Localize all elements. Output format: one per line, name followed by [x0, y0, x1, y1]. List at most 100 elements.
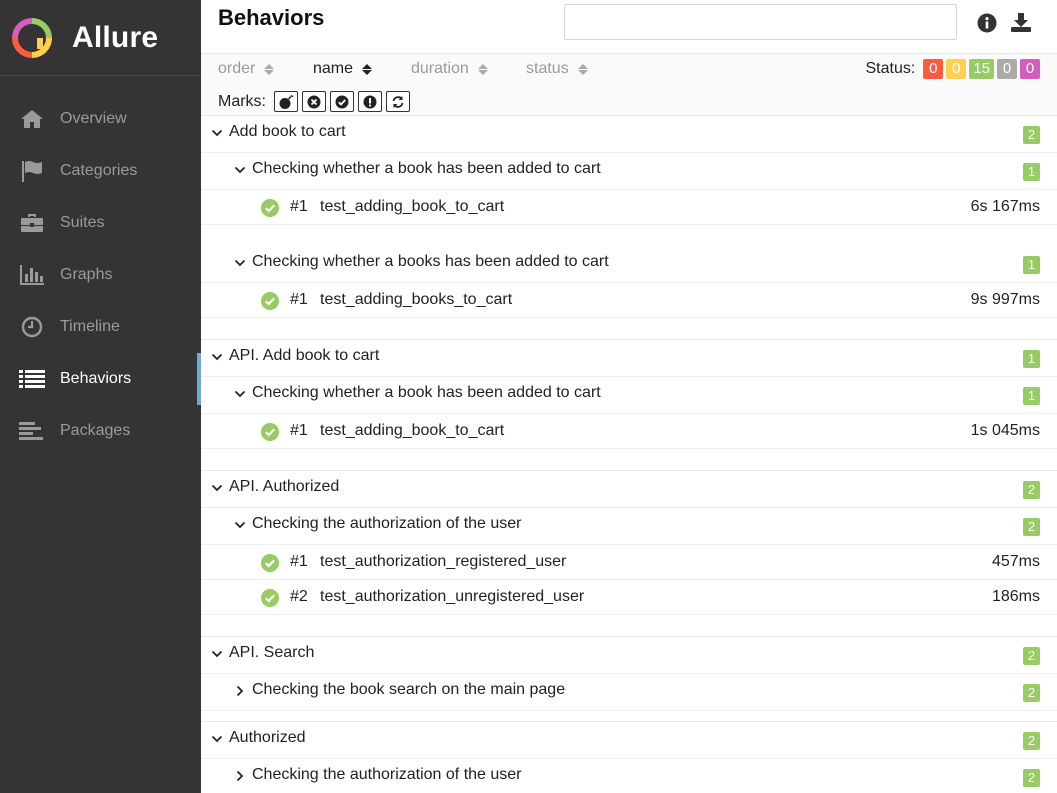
- sidebar-item-overview[interactable]: Overview: [0, 93, 201, 145]
- tree-group-name: Authorized: [229, 729, 306, 746]
- sorter-label: duration: [411, 60, 469, 77]
- chevron-right-icon: [234, 685, 246, 697]
- count-badge: 2: [1023, 769, 1040, 787]
- sort-by-status[interactable]: status: [526, 60, 588, 78]
- sidebar-item-label: Timeline: [60, 318, 120, 335]
- tree-group-name: API. Search: [229, 644, 315, 661]
- sidebar-item-suites[interactable]: Suites: [0, 197, 201, 249]
- test-row[interactable]: #2 test_authorization_unregistered_user 18…: [201, 580, 1057, 615]
- brand[interactable]: Allure: [0, 0, 201, 76]
- sorter-label: status: [526, 60, 569, 77]
- test-row[interactable]: #1 test_adding_book_to_cart 6s 167ms: [201, 190, 1057, 225]
- passed-status-icon: [261, 199, 279, 217]
- tree-group-header[interactable]: API. Authorized 2: [201, 471, 1057, 508]
- chevron-down-icon: [211, 733, 223, 745]
- sort-arrows-icon: [362, 63, 373, 75]
- count-badge: 2: [1023, 518, 1040, 536]
- info-icon[interactable]: [976, 12, 998, 34]
- brand-name: Allure: [72, 20, 159, 54]
- tree-subgroup-name: Checking the authorization of the user: [252, 766, 522, 783]
- retries-icon[interactable]: [386, 91, 410, 112]
- sidebar-item-packages[interactable]: Packages: [0, 405, 201, 457]
- tree-toolbar: order name duration status Status: 0 0 1…: [201, 54, 1057, 116]
- new-passed-icon[interactable]: [330, 91, 354, 112]
- count-badge: 2: [1023, 126, 1040, 144]
- tree-group-header[interactable]: API. Add book to cart 1: [201, 340, 1057, 377]
- chevron-down-icon: [211, 127, 223, 139]
- test-row[interactable]: #1 test_adding_book_to_cart 1s 045ms: [201, 414, 1057, 449]
- tree-subgroup-header[interactable]: Checking the authorization of the user 2: [201, 759, 1057, 793]
- count-badge: 2: [1023, 732, 1040, 750]
- test-row[interactable]: #1 test_adding_books_to_cart 9s 997ms: [201, 283, 1057, 318]
- tree-subgroup-header[interactable]: Checking the authorization of the user 2: [201, 508, 1057, 545]
- tree-subgroup-header[interactable]: Checking whether a books has been added …: [201, 246, 1057, 283]
- test-order: #1: [290, 198, 308, 215]
- tree-group: API. Search 2 Checking the book search on …: [201, 637, 1057, 722]
- test-order: #1: [290, 291, 308, 308]
- tree-subgroup-name: Checking the authorization of the user: [252, 515, 522, 532]
- status-unknown-toggle[interactable]: 0: [1020, 59, 1040, 79]
- chevron-down-icon: [211, 351, 223, 363]
- tree-group-name: API. Authorized: [229, 478, 340, 495]
- chevron-down-icon: [211, 482, 223, 494]
- test-row[interactable]: #1 test_authorization_registered_user 457m…: [201, 545, 1057, 580]
- test-order: #2: [290, 588, 308, 605]
- tree-subgroup-name: Checking whether a book has been added t…: [252, 160, 601, 177]
- tree-group: API. Authorized 2 Checking the authorizati…: [201, 471, 1057, 637]
- search-input[interactable]: [564, 4, 957, 40]
- test-name: test_authorization_registered_user: [320, 553, 567, 570]
- test-duration: 186ms: [991, 588, 1040, 605]
- new-broken-icon[interactable]: [358, 91, 382, 112]
- tree-subgroup-header[interactable]: Checking whether a book has been added t…: [201, 377, 1057, 414]
- status-skipped-toggle[interactable]: 0: [997, 59, 1017, 79]
- flaky-bomb-icon[interactable]: [274, 91, 298, 112]
- passed-status-icon: [261, 554, 279, 572]
- tree-group-header[interactable]: Authorized 2: [201, 722, 1057, 759]
- chevron-down-icon: [211, 648, 223, 660]
- tree-group-name: API. Add book to cart: [229, 347, 380, 364]
- tree-subgroup-name: Checking the book search on the main pag…: [252, 681, 566, 698]
- list-icon: [19, 369, 45, 389]
- marks-label: Marks:: [218, 92, 266, 110]
- tree-group-header[interactable]: Add book to cart 2: [201, 116, 1057, 153]
- tree-group-header[interactable]: API. Search 2: [201, 637, 1057, 674]
- sidebar-item-graphs[interactable]: Graphs: [0, 249, 201, 301]
- tree-subgroup-header[interactable]: Checking whether a book has been added t…: [201, 153, 1057, 190]
- page-header: Behaviors: [201, 0, 1057, 54]
- sidebar-item-label: Packages: [60, 422, 131, 439]
- bar-chart-icon: [19, 264, 45, 286]
- test-duration: 6s 167ms: [970, 198, 1040, 215]
- download-icon[interactable]: [1010, 12, 1032, 34]
- sort-by-name[interactable]: name: [313, 60, 373, 78]
- sort-arrows-icon: [477, 63, 488, 75]
- tree-group: API. Add book to cart 1 Checking whether a…: [201, 340, 1057, 471]
- count-badge: 2: [1023, 481, 1040, 499]
- status-broken-toggle[interactable]: 0: [946, 59, 967, 79]
- test-duration: 1s 045ms: [970, 422, 1040, 439]
- chevron-right-icon: [234, 770, 246, 782]
- sort-by-order[interactable]: order: [218, 60, 275, 78]
- test-order: #1: [290, 422, 308, 439]
- tree-subgroup-name: Checking whether a books has been added …: [252, 253, 609, 270]
- passed-status-icon: [261, 423, 279, 441]
- test-duration: 9s 997ms: [970, 291, 1040, 308]
- status-passed-toggle[interactable]: 15: [969, 59, 994, 79]
- count-badge: 2: [1023, 647, 1040, 665]
- test-name: test_authorization_unregistered_user: [320, 588, 585, 605]
- sidebar-item-behaviors[interactable]: Behaviors: [0, 353, 201, 405]
- count-badge: 1: [1023, 256, 1040, 274]
- sidebar-item-label: Suites: [60, 214, 105, 231]
- sidebar-item-timeline[interactable]: Timeline: [0, 301, 201, 353]
- sort-arrows-icon: [577, 63, 588, 75]
- sort-by-duration[interactable]: duration: [411, 60, 488, 78]
- sidebar-item-label: Graphs: [60, 266, 113, 283]
- tree-subgroup-header[interactable]: Checking the book search on the main pag…: [201, 674, 1057, 711]
- status-failed-toggle[interactable]: 0: [923, 59, 944, 79]
- flag-icon: [19, 160, 45, 182]
- status-filter: Status: 0 0 15 0 0: [866, 59, 1040, 79]
- new-failed-icon[interactable]: [302, 91, 326, 112]
- sidebar-item-categories[interactable]: Categories: [0, 145, 201, 197]
